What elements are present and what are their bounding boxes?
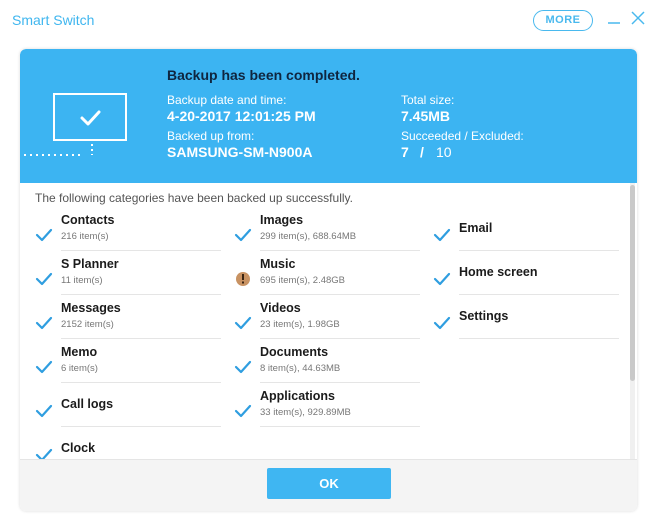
backup-result-panel: Backup has been completed. Backup date a… [20,49,637,511]
category-name: Music [260,257,296,271]
categories-list[interactable]: The following categories have been backe… [20,183,637,459]
category-name: Home screen [459,265,538,279]
ok-button[interactable]: OK [267,468,391,499]
result-separator: / [420,144,424,160]
succeeded-count: 7 [401,144,409,160]
title-bar: Smart Switch MORE [0,0,657,40]
category-name: Contacts [61,213,115,227]
category-name: Clock [61,441,96,455]
category-item-documents: Documents 8 item(s), 44.63MB [234,345,434,389]
backup-summary-header: Backup has been completed. Backup date a… [20,49,637,183]
category-name: Settings [459,309,509,323]
category-info: 11 item(s) [61,275,103,286]
warning-icon [234,270,252,288]
check-icon [433,314,451,332]
check-icon [234,226,252,244]
total-size-label: Total size: [401,93,455,107]
category-item-s-planner: S Planner 11 item(s) [35,257,235,301]
row-divider [459,294,619,295]
row-divider [260,338,420,339]
category-item-images: Images 299 item(s), 688.64MB [234,213,434,257]
category-info: 8 item(s), 44.63MB [260,363,341,374]
check-icon [433,226,451,244]
more-button[interactable]: MORE [533,10,593,31]
category-item-home-screen: Home screen [433,257,633,301]
row-divider [260,382,420,383]
category-name: Videos [260,301,301,315]
category-info: 33 item(s), 929.89MB [260,407,351,418]
backed-up-from-value: SAMSUNG-SM-N900A [167,144,313,160]
category-item-settings: Settings [433,301,633,345]
check-icon [234,402,252,420]
vertical-scrollbar[interactable] [629,183,636,459]
categories-intro: The following categories have been backe… [35,191,353,205]
row-divider [459,250,619,251]
category-item-messages: Messages 2152 item(s) [35,301,235,345]
category-item-email: Email [433,213,633,257]
category-info: 216 item(s) [61,231,109,242]
excluded-count: 10 [436,144,452,160]
check-icon [35,314,53,332]
category-item-contacts: Contacts 216 item(s) [35,213,235,257]
category-name: Messages [61,301,121,315]
category-name: Images [260,213,304,227]
category-name: Memo [61,345,98,359]
category-item-videos: Videos 23 item(s), 1.98GB [234,301,434,345]
check-icon [35,270,53,288]
backup-date-label: Backup date and time: [167,93,287,107]
check-icon [234,358,252,376]
check-icon [433,270,451,288]
smart-switch-window: Smart Switch MORE Backup has been comple… [0,0,657,529]
app-title: Smart Switch [12,12,95,28]
check-icon [234,314,252,332]
row-divider [61,382,221,383]
category-item-clock: Clock [35,433,235,459]
row-divider [260,426,420,427]
category-name: Call logs [61,397,114,411]
scroll-thumb[interactable] [630,185,635,381]
check-icon [35,358,53,376]
row-divider [459,338,619,339]
check-icon [35,402,53,420]
category-info: 695 item(s), 2.48GB [260,275,346,286]
category-item-music: Music 695 item(s), 2.48GB [234,257,434,301]
backup-complete-title: Backup has been completed. [167,67,360,83]
row-divider [260,294,420,295]
category-item-applications: Applications 33 item(s), 929.89MB [234,389,434,433]
backup-date-value: 4-20-2017 12:01:25 PM [167,108,316,124]
minimize-icon[interactable] [605,9,623,27]
category-name: Applications [260,389,336,403]
row-divider [61,426,221,427]
category-info: 2152 item(s) [61,319,114,330]
category-name: Documents [260,345,329,359]
dialog-footer: OK [20,459,637,511]
category-info: 6 item(s) [61,363,98,374]
check-icon [35,446,53,459]
result-label: Succeeded / Excluded: [401,129,524,143]
category-item-memo: Memo 6 item(s) [35,345,235,389]
category-item-call-logs: Call logs [35,389,235,433]
row-divider [61,250,221,251]
category-info: 23 item(s), 1.98GB [260,319,340,330]
row-divider [260,250,420,251]
category-name: S Planner [61,257,119,271]
row-divider [61,338,221,339]
check-icon [35,226,53,244]
close-icon[interactable] [629,9,647,27]
row-divider [61,294,221,295]
backed-up-from-label: Backed up from: [167,129,255,143]
total-size-value: 7.45MB [401,108,451,124]
category-info: 299 item(s), 688.64MB [260,231,357,242]
category-name: Email [459,221,493,235]
